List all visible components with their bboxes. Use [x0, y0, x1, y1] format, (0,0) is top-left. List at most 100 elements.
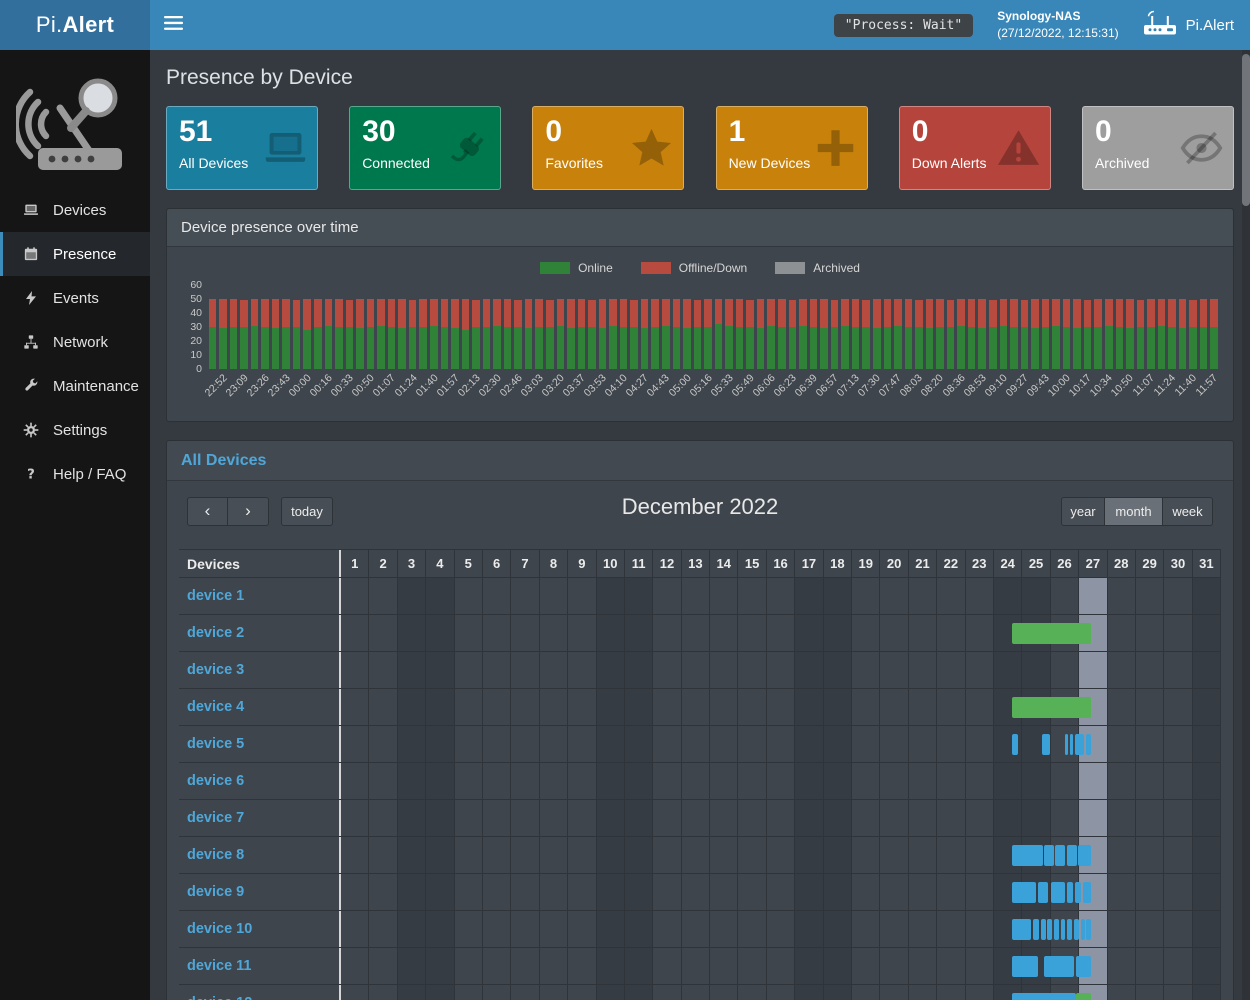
- stacked-bar[interactable]: [1084, 300, 1092, 369]
- stacked-bar[interactable]: [1200, 299, 1208, 369]
- sidebar-item-events[interactable]: Events: [0, 276, 150, 320]
- view-button-year[interactable]: year: [1061, 497, 1105, 526]
- stacked-bar[interactable]: [841, 299, 849, 369]
- stacked-bar[interactable]: [736, 299, 744, 369]
- stacked-bar[interactable]: [251, 299, 259, 369]
- presence-segment[interactable]: [1075, 882, 1081, 903]
- stacked-bar[interactable]: [1031, 299, 1039, 369]
- stacked-bar[interactable]: [1021, 300, 1029, 369]
- stacked-bar[interactable]: [335, 299, 343, 369]
- presence-segment[interactable]: [1044, 845, 1053, 866]
- stacked-bar[interactable]: [936, 299, 944, 369]
- device-link[interactable]: device 2: [187, 625, 244, 641]
- presence-segment[interactable]: [1044, 956, 1074, 977]
- presence-segment[interactable]: [1070, 734, 1073, 755]
- stacked-bar[interactable]: [630, 300, 638, 369]
- summary-card-favorites[interactable]: 0Favorites: [532, 106, 684, 190]
- device-link[interactable]: device 6: [187, 773, 244, 789]
- stacked-bar[interactable]: [789, 300, 797, 369]
- stacked-bar[interactable]: [620, 299, 628, 369]
- stacked-bar[interactable]: [314, 299, 322, 369]
- stacked-bar[interactable]: [272, 299, 280, 369]
- presence-segment[interactable]: [1012, 993, 1077, 1000]
- stacked-bar[interactable]: [1042, 299, 1050, 369]
- summary-card-new-devices[interactable]: 1New Devices: [716, 106, 868, 190]
- presence-segment[interactable]: [1051, 882, 1065, 903]
- stacked-bar[interactable]: [1105, 299, 1113, 369]
- stacked-bar[interactable]: [873, 299, 881, 369]
- stacked-bar[interactable]: [989, 300, 997, 369]
- scrollbar-thumb[interactable]: [1242, 54, 1250, 206]
- stacked-bar[interactable]: [767, 299, 775, 369]
- stacked-bar[interactable]: [588, 300, 596, 369]
- stacked-bar[interactable]: [820, 299, 828, 369]
- sidebar-toggle-button[interactable]: [150, 0, 196, 50]
- sidebar-item-network[interactable]: Network: [0, 320, 150, 364]
- stacked-bar[interactable]: [651, 299, 659, 369]
- presence-segment[interactable]: [1075, 734, 1085, 755]
- presence-segment[interactable]: [1012, 734, 1019, 755]
- summary-card-all-devices[interactable]: 51All Devices: [166, 106, 318, 190]
- device-link[interactable]: device 5: [187, 736, 244, 752]
- stacked-bar[interactable]: [683, 299, 691, 369]
- presence-segment[interactable]: [1042, 734, 1050, 755]
- presence-segment[interactable]: [1012, 845, 1043, 866]
- sidebar-item-settings[interactable]: Settings: [0, 408, 150, 452]
- presence-segment[interactable]: [1012, 882, 1037, 903]
- device-link[interactable]: device 12: [187, 995, 252, 1000]
- stacked-bar[interactable]: [915, 300, 923, 369]
- stacked-bar[interactable]: [1116, 299, 1124, 369]
- stacked-bar[interactable]: [694, 300, 702, 369]
- summary-card-connected[interactable]: 30Connected: [349, 106, 501, 190]
- presence-segment[interactable]: [1041, 919, 1046, 940]
- stacked-bar[interactable]: [483, 299, 491, 369]
- stacked-bar[interactable]: [441, 299, 449, 369]
- presence-segment[interactable]: [1061, 919, 1066, 940]
- presence-segment[interactable]: [1047, 919, 1052, 940]
- stacked-bar[interactable]: [978, 299, 986, 369]
- stacked-bar[interactable]: [968, 299, 976, 369]
- stacked-bar[interactable]: [810, 299, 818, 369]
- device-link[interactable]: device 1: [187, 588, 244, 604]
- stacked-bar[interactable]: [472, 300, 480, 369]
- stacked-bar[interactable]: [1010, 299, 1018, 369]
- stacked-bar[interactable]: [862, 300, 870, 369]
- stacked-bar[interactable]: [419, 299, 427, 369]
- stacked-bar[interactable]: [367, 299, 375, 369]
- stacked-bar[interactable]: [1063, 299, 1071, 369]
- device-link[interactable]: device 3: [187, 662, 244, 678]
- device-link[interactable]: device 9: [187, 884, 244, 900]
- stacked-bar[interactable]: [1126, 299, 1134, 369]
- presence-segment[interactable]: [1033, 919, 1040, 940]
- device-link[interactable]: device 8: [187, 847, 244, 863]
- stacked-bar[interactable]: [725, 299, 733, 369]
- stacked-bar[interactable]: [673, 299, 681, 369]
- stacked-bar[interactable]: [1168, 299, 1176, 369]
- presence-segment[interactable]: [1074, 919, 1079, 940]
- stacked-bar[interactable]: [240, 300, 248, 369]
- stacked-bar[interactable]: [894, 299, 902, 369]
- stacked-bar[interactable]: [609, 299, 617, 369]
- stacked-bar[interactable]: [546, 300, 554, 369]
- presence-segment[interactable]: [1067, 882, 1074, 903]
- summary-card-archived[interactable]: 0Archived: [1082, 106, 1234, 190]
- stacked-bar[interactable]: [704, 299, 712, 369]
- presence-segment[interactable]: [1012, 697, 1091, 718]
- all-devices-link[interactable]: All Devices: [167, 441, 1233, 481]
- stacked-bar[interactable]: [430, 299, 438, 369]
- presence-segment[interactable]: [1083, 882, 1091, 903]
- stacked-bar[interactable]: [884, 299, 892, 369]
- stacked-bar[interactable]: [1052, 299, 1060, 369]
- device-link[interactable]: device 4: [187, 699, 244, 715]
- app-logo[interactable]: Pi.Alert: [0, 0, 150, 50]
- device-link[interactable]: device 10: [187, 921, 252, 937]
- presence-segment[interactable]: [1054, 919, 1059, 940]
- stacked-bar[interactable]: [1137, 300, 1145, 369]
- stacked-bar[interactable]: [462, 299, 470, 369]
- stacked-bar[interactable]: [1158, 299, 1166, 369]
- stacked-bar[interactable]: [388, 299, 396, 369]
- stacked-bar[interactable]: [219, 299, 227, 369]
- stacked-bar[interactable]: [831, 300, 839, 369]
- presence-segment[interactable]: [1076, 956, 1091, 977]
- stacked-bar[interactable]: [1073, 299, 1081, 369]
